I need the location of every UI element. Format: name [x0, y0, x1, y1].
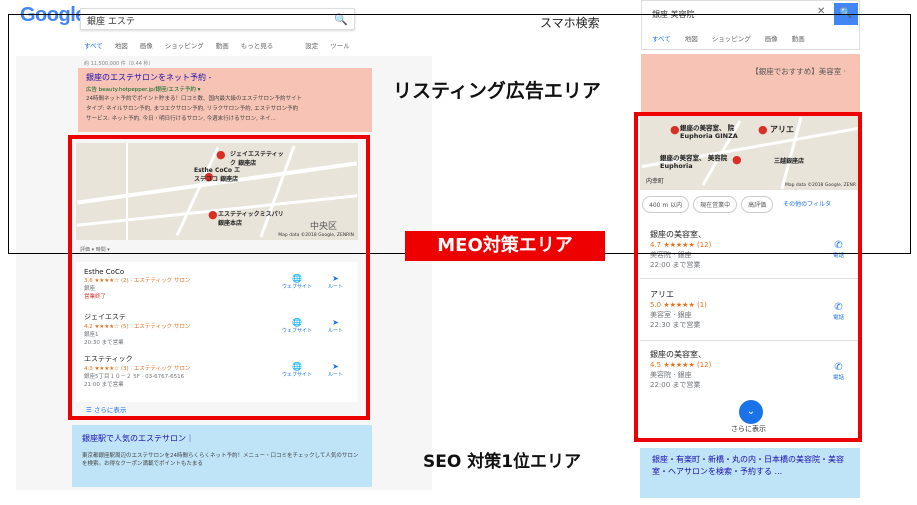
- seo-area-label: SEO 対策1位エリア: [423, 452, 582, 472]
- desktop-meo-highlight: [68, 135, 370, 420]
- smartphone-search-label: スマホ検索: [540, 16, 600, 30]
- organic-title[interactable]: 銀座駅で人気のエステサロン｜: [82, 433, 362, 444]
- organic-description: 東京都銀座駅周辺のエステサロンを24時間らくらくネット予約！メニュー・口コミをチ…: [82, 453, 359, 467]
- mobile-meo-highlight: [634, 112, 862, 442]
- mobile-organic-result[interactable]: 銀座・有楽町・新橋・丸の内・日本橋の美容院・美容室・ヘアサロンを検索・予約する …: [640, 448, 860, 498]
- listing-area-label: リスティング広告エリア: [393, 80, 601, 102]
- meo-area-label: MEO対策エリア: [405, 231, 605, 261]
- desktop-organic-result[interactable]: 銀座駅で人気のエステサロン｜ 東京都銀座駅周辺のエステサロンを24時間らくらくネ…: [72, 425, 372, 487]
